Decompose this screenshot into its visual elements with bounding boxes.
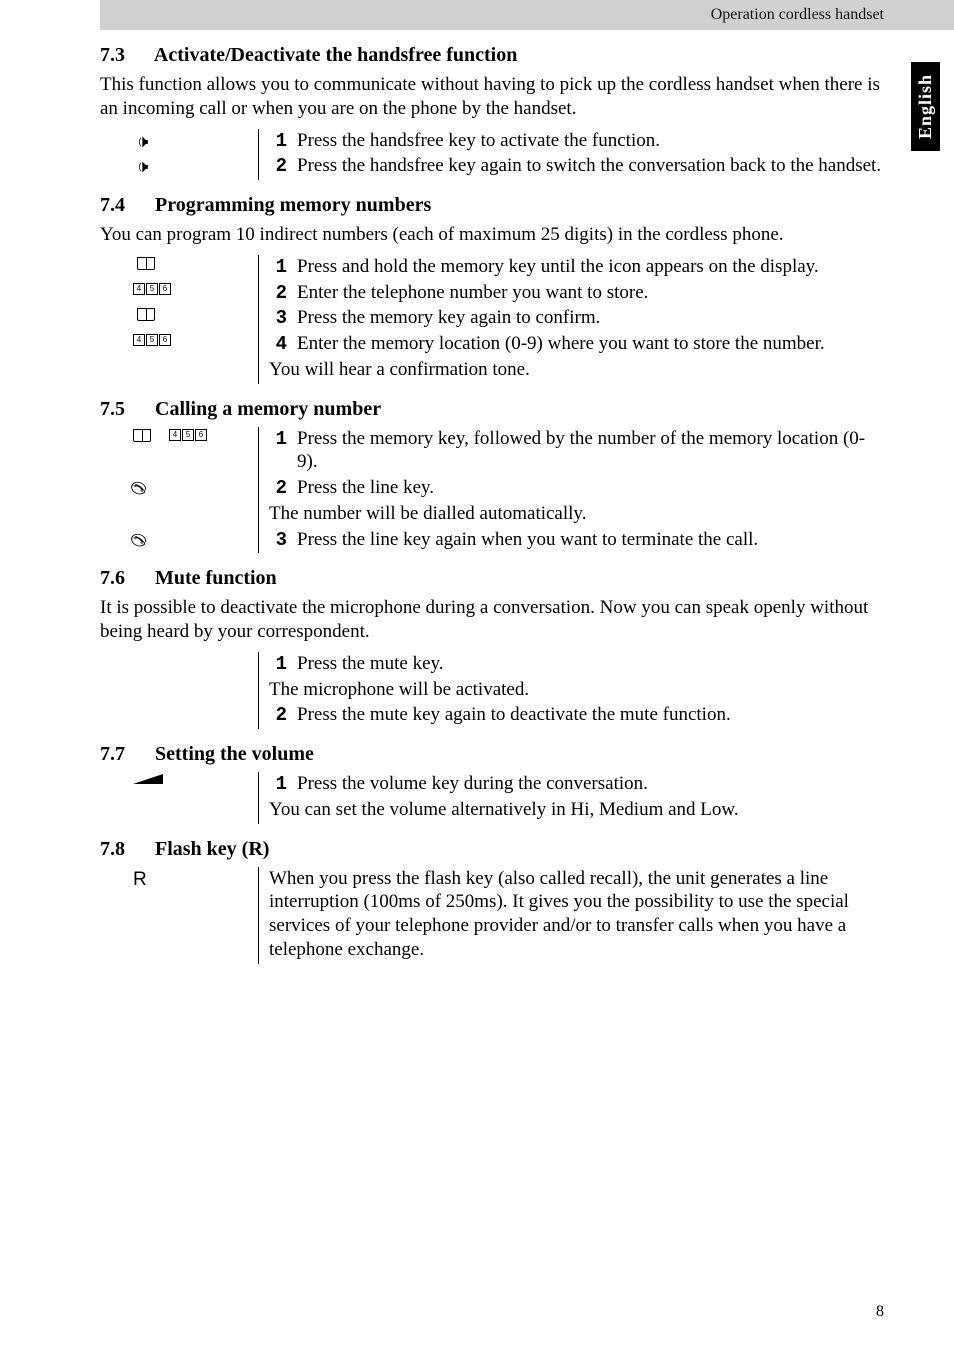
- book-icon: [133, 429, 151, 442]
- page-number: 8: [876, 1303, 884, 1321]
- section-7-6-heading: 7.6 Mute function: [100, 567, 884, 590]
- section-7-7-heading: 7.7 Setting the volume: [100, 743, 884, 766]
- volume-icon: [133, 774, 163, 784]
- line-key-icon: [133, 478, 148, 499]
- section-number: 7.4: [100, 194, 150, 217]
- chapter-header: Operation cordless handset: [100, 0, 954, 30]
- book-icon: [137, 308, 155, 321]
- flash-r-icon: R: [133, 869, 147, 891]
- step-text: Press the mute key again to deactivate t…: [297, 703, 884, 729]
- step-text: Enter the memory location (0-9) where yo…: [297, 332, 884, 358]
- section-title: Calling a memory number: [155, 398, 381, 420]
- section-title: Programming memory numbers: [155, 194, 431, 216]
- step-number: 3: [259, 528, 297, 551]
- step-text: Press the line key again when you want t…: [297, 528, 884, 554]
- section-7-3-heading: 7.3 Activate/Deactivate the handsfree fu…: [100, 44, 884, 67]
- step-text: Press and hold the memory key until the …: [297, 255, 884, 281]
- section-7-3-intro: This function allows you to communicate …: [100, 73, 884, 121]
- step-number: 1: [259, 772, 297, 795]
- section-7-4-intro: You can program 10 indirect numbers (eac…: [100, 223, 884, 247]
- step-number: 2: [259, 476, 297, 499]
- step-number: 1: [259, 255, 297, 278]
- line-key-icon: [133, 530, 148, 551]
- step-text: Press the handsfree key to activate the …: [297, 129, 884, 155]
- step-number: 4: [259, 332, 297, 355]
- section-number: 7.5: [100, 398, 150, 421]
- section-title: Setting the volume: [155, 743, 314, 765]
- section-title: Activate/Deactivate the handsfree functi…: [154, 44, 517, 66]
- note-text: You can set the volume alternatively in …: [259, 798, 884, 824]
- section-7-6-intro: It is possible to deactivate the microph…: [100, 596, 884, 644]
- step-number: 1: [259, 652, 297, 675]
- section-number: 7.6: [100, 567, 150, 590]
- step-text: Enter the telephone number you want to s…: [297, 281, 884, 307]
- section-number: 7.8: [100, 838, 150, 861]
- step-text: Press the volume key during the conversa…: [297, 772, 884, 798]
- step-text: Press the line key.: [297, 476, 884, 502]
- step-text: Press the memory key again to confirm.: [297, 306, 884, 332]
- section-7-8-heading: 7.8 Flash key (R): [100, 838, 884, 861]
- note-text: You will hear a confirmation tone.: [259, 358, 884, 384]
- step-text: Press the mute key.: [297, 652, 884, 678]
- section-7-4-heading: 7.4 Programming memory numbers: [100, 194, 884, 217]
- note-text: The number will be dialled automatically…: [259, 502, 884, 528]
- book-icon: [137, 257, 155, 270]
- section-7-8-body: When you press the flash key (also calle…: [259, 867, 884, 964]
- section-title: Mute function: [155, 567, 277, 589]
- section-7-5-heading: 7.5 Calling a memory number: [100, 398, 884, 421]
- section-number: 7.7: [100, 743, 150, 766]
- chapter-title: Operation cordless handset: [711, 6, 884, 23]
- speaker-icon: [137, 131, 148, 152]
- keypad-icon: 456: [133, 334, 171, 346]
- step-text: Press the handsfree key again to switch …: [297, 154, 884, 180]
- section-number: 7.3: [100, 44, 150, 67]
- keypad-icon: 456: [133, 283, 171, 295]
- step-number: 2: [259, 154, 297, 177]
- keypad-icon: 456: [169, 429, 207, 441]
- step-number: 2: [259, 281, 297, 304]
- speaker-icon: [137, 156, 148, 177]
- note-text: The microphone will be activated.: [259, 678, 884, 704]
- step-text: Press the memory key, followed by the nu…: [297, 427, 884, 477]
- section-title: Flash key (R): [155, 838, 269, 860]
- step-number: 3: [259, 306, 297, 329]
- step-number: 1: [259, 129, 297, 152]
- step-number: 2: [259, 703, 297, 726]
- step-number: 1: [259, 427, 297, 450]
